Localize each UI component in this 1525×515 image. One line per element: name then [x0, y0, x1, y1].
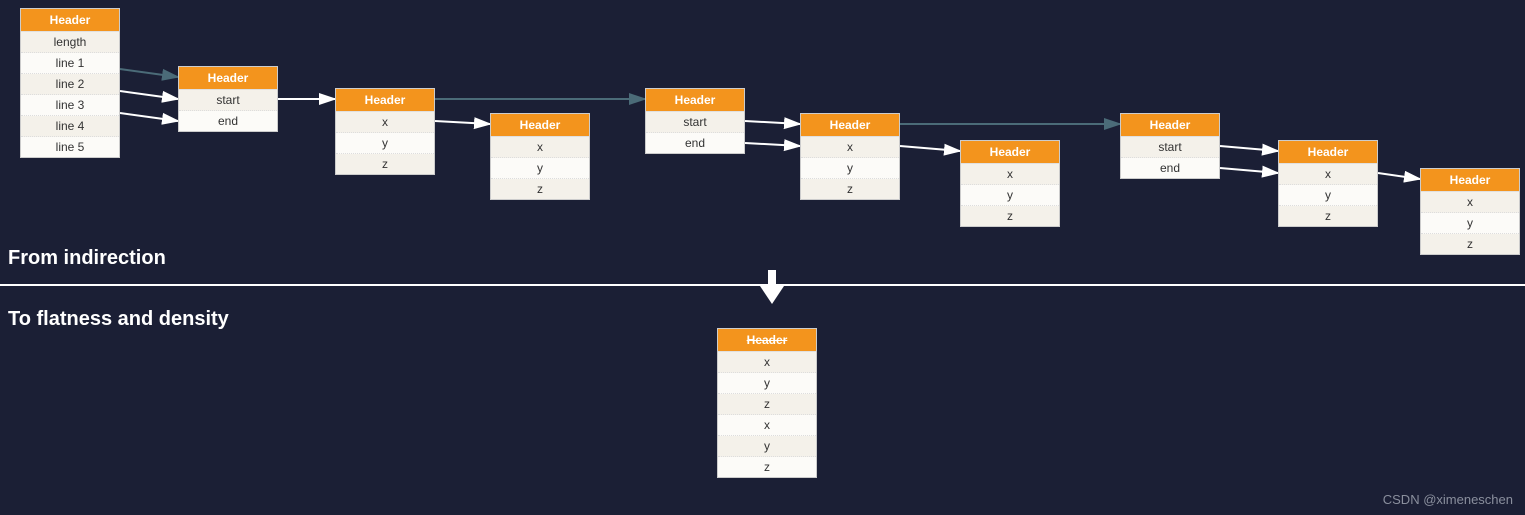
table-header: Header [491, 114, 589, 137]
table-row: x [336, 112, 434, 133]
table-row: y [1421, 213, 1519, 234]
table-header: Header [336, 89, 434, 112]
table-row: z [336, 154, 434, 174]
table-row: x [1279, 164, 1377, 185]
table-t0: Headerlengthline 1line 2line 3line 4line… [20, 8, 120, 158]
table-row: end [646, 133, 744, 153]
table-row: z [718, 457, 816, 477]
table-t5: Headerxyz [800, 113, 900, 200]
table-row: line 4 [21, 116, 119, 137]
table-row: z [1421, 234, 1519, 254]
table-row: start [646, 112, 744, 133]
table-row: line 3 [21, 95, 119, 116]
table-header: Header [21, 9, 119, 32]
table-header: Header [1279, 141, 1377, 164]
table-header: Header [1421, 169, 1519, 192]
table-t9: Headerxyz [1420, 168, 1520, 255]
watermark: CSDN @ximeneschen [1383, 492, 1513, 507]
table-row: start [1121, 137, 1219, 158]
table-header: Header [1121, 114, 1219, 137]
table-row: x [718, 415, 816, 436]
table-t3: Headerxyz [490, 113, 590, 200]
table-row: length [21, 32, 119, 53]
table-header: Header [179, 67, 277, 90]
table-row: y [718, 373, 816, 394]
table-t1: Headerstartend [178, 66, 278, 132]
table-row: end [179, 111, 277, 131]
table-flat: Headerxyzxyz [717, 328, 817, 478]
table-row: x [491, 137, 589, 158]
caption-from: From indirection [8, 247, 166, 270]
caption-to: To flatness and density [8, 308, 229, 331]
table-row: x [801, 137, 899, 158]
table-header: Header [646, 89, 744, 112]
table-row: start [179, 90, 277, 111]
table-row: y [801, 158, 899, 179]
down-arrow-icon [760, 270, 784, 309]
table-row: y [336, 133, 434, 154]
table-row: z [491, 179, 589, 199]
table-row: y [1279, 185, 1377, 206]
table-row: line 5 [21, 137, 119, 157]
table-row: z [961, 206, 1059, 226]
table-header: Header [801, 114, 899, 137]
table-row: z [1279, 206, 1377, 226]
table-row: line 2 [21, 74, 119, 95]
table-row: y [491, 158, 589, 179]
table-row: y [718, 436, 816, 457]
table-t8: Headerxyz [1278, 140, 1378, 227]
table-row: z [718, 394, 816, 415]
table-row: z [801, 179, 899, 199]
table-row: x [718, 352, 816, 373]
table-row: line 1 [21, 53, 119, 74]
table-row: y [961, 185, 1059, 206]
table-t2: Headerxyz [335, 88, 435, 175]
table-t7: Headerstartend [1120, 113, 1220, 179]
table-header: Header [961, 141, 1059, 164]
table-row: end [1121, 158, 1219, 178]
table-row: x [961, 164, 1059, 185]
table-t4: Headerstartend [645, 88, 745, 154]
table-header: Header [718, 329, 816, 352]
table-t6: Headerxyz [960, 140, 1060, 227]
table-row: x [1421, 192, 1519, 213]
